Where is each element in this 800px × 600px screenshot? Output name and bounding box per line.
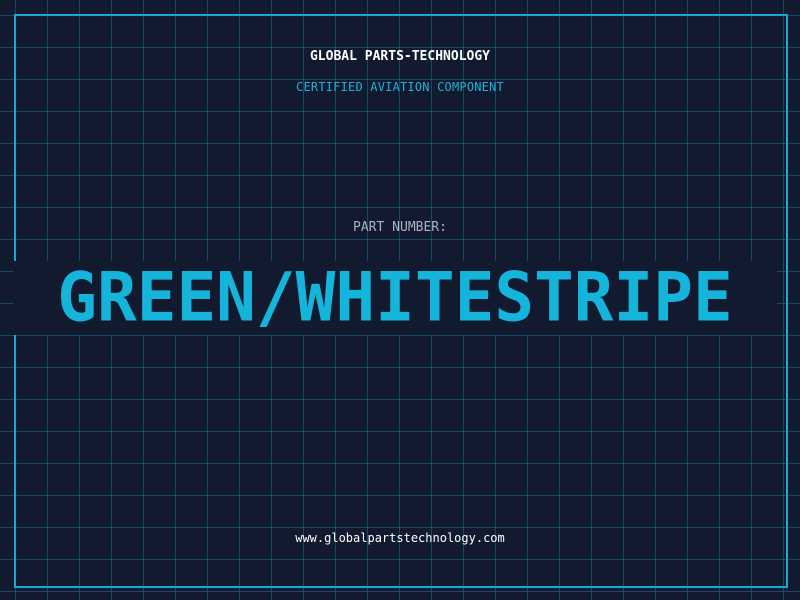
part-number-value: GREEN/WHITESTRIPE — [57, 258, 733, 337]
certification-tagline: CERTIFIED AVIATION COMPONENT — [296, 80, 504, 94]
company-name: GLOBAL PARTS-TECHNOLOGY — [309, 49, 490, 64]
part-number-band: GREEN/WHITESTRIPE — [13, 261, 777, 335]
website-url: www.globalpartstechnology.com — [295, 531, 505, 545]
part-number-label: PART NUMBER: — [353, 220, 447, 235]
part-label-card: GLOBAL PARTS-TECHNOLOGY CERTIFIED AVIATI… — [0, 0, 800, 600]
